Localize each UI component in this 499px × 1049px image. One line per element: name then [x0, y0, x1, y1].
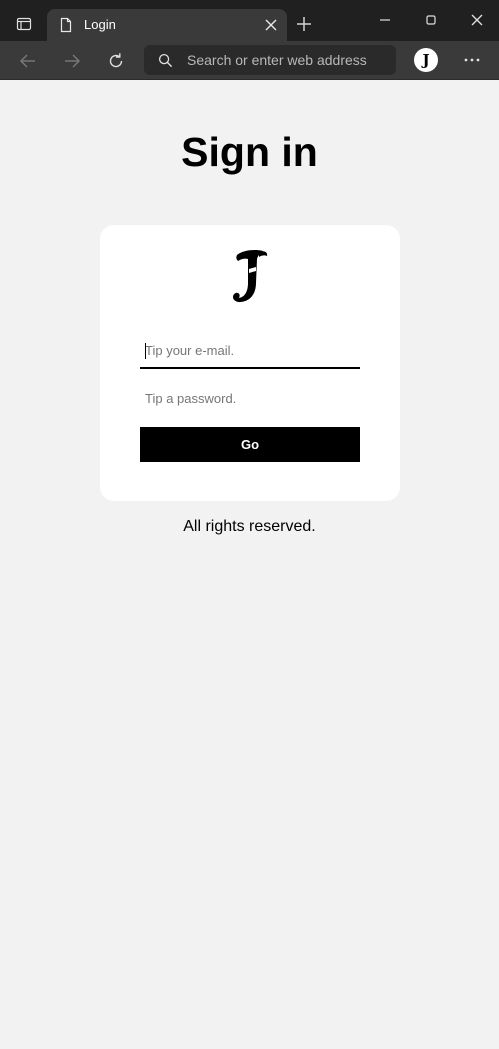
address-bar[interactable]: Search or enter web address: [144, 45, 396, 75]
arrow-left-icon[interactable]: [18, 51, 38, 71]
tab-title: Login: [84, 17, 116, 32]
arrow-right-icon[interactable]: [62, 51, 82, 71]
refresh-icon[interactable]: [106, 51, 126, 71]
window-close-icon[interactable]: [469, 12, 485, 28]
login-card: Go: [100, 225, 400, 501]
maximize-icon[interactable]: [423, 12, 439, 28]
plus-icon[interactable]: [296, 16, 312, 32]
password-field[interactable]: [140, 381, 360, 415]
tab-actions-button[interactable]: [6, 8, 42, 40]
more-icon[interactable]: [462, 52, 482, 68]
logo-icon: [233, 250, 268, 303]
submit-button[interactable]: Go: [140, 427, 360, 462]
browser-tab[interactable]: Login: [47, 9, 287, 41]
close-icon[interactable]: [263, 17, 279, 33]
search-icon: [158, 53, 173, 68]
browser-titlebar: Login: [0, 0, 499, 41]
browser-toolbar: Search or enter web address J: [0, 41, 499, 80]
logo: [225, 247, 275, 307]
page-title: Sign in: [181, 129, 318, 175]
profile-button[interactable]: J: [414, 48, 438, 72]
page-icon: [60, 17, 72, 33]
minimize-icon[interactable]: [377, 12, 393, 28]
text-caret: [145, 343, 146, 359]
profile-avatar: J: [422, 50, 430, 69]
address-placeholder: Search or enter web address: [187, 52, 367, 68]
email-field[interactable]: [140, 333, 360, 369]
footer-text: All rights reserved.: [183, 518, 316, 535]
tab-actions-icon: [16, 17, 32, 31]
